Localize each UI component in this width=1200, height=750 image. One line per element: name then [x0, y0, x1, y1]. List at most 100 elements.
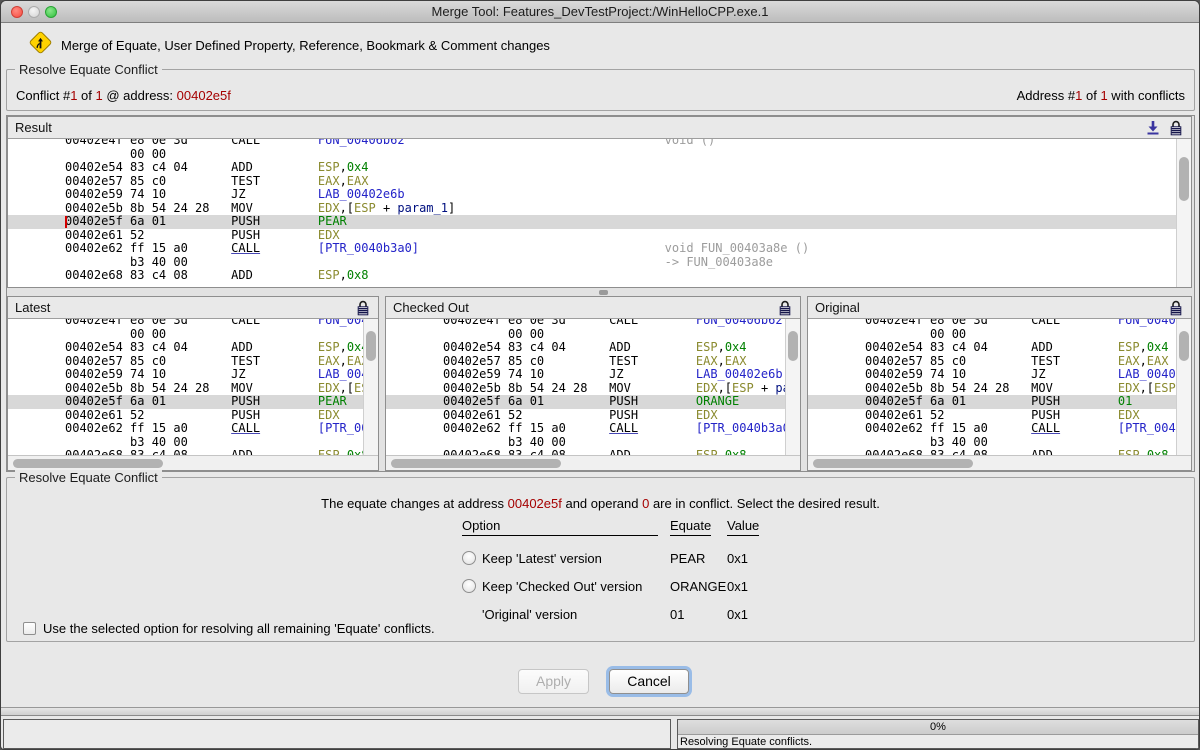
- option-label: Keep 'Latest' version: [482, 551, 602, 566]
- scroll-to-bottom-icon[interactable]: [1146, 120, 1161, 136]
- vertical-scrollbar-thumb[interactable]: [366, 331, 376, 361]
- window-title: Merge Tool: Features_DevTestProject:/Win…: [1, 1, 1199, 22]
- listing-line[interactable]: 00402e5f 6a 01 PUSH 01: [808, 395, 1191, 409]
- listing-line[interactable]: 00402e57 85 c0 TEST EAX,EAX: [8, 355, 378, 369]
- lock-icon[interactable]: [1169, 300, 1184, 316]
- listing-line[interactable]: 00402e62 ff 15 a0 CALL [PTR_0040b3a0] vo…: [8, 242, 1191, 256]
- option-table: Option Equate Value Keep 'Latest' versio…: [462, 518, 777, 628]
- listing-line[interactable]: 00402e5b 8b 54 24 28 MOV EDX,[ESP + para…: [8, 382, 378, 396]
- conflict-counter: Conflict #1 of 1 @ address: 00402e5f: [16, 88, 231, 103]
- vertical-scrollbar[interactable]: [1176, 139, 1191, 287]
- splitter-handle[interactable]: [599, 290, 608, 295]
- merge-banner: Merge of Equate, User Defined Property, …: [1, 24, 1199, 68]
- lock-icon[interactable]: [778, 300, 793, 316]
- listing-line[interactable]: 00402e57 85 c0 TEST EAX,EAX: [808, 355, 1191, 369]
- original-listing[interactable]: 00402e4f e8 0e 3d CALL FUN_00406b62 void…: [808, 319, 1191, 455]
- original-version-row: 'Original' version 01 0x1: [462, 600, 777, 628]
- listing-line[interactable]: 00402e59 74 10 JZ LAB_00402e6b: [808, 368, 1191, 382]
- listing-line[interactable]: 00402e57 85 c0 TEST EAX,EAX: [8, 175, 1191, 189]
- listing-line[interactable]: 00402e68 83 c4 08 ADD ESP,0x8: [8, 269, 1191, 283]
- listing-line[interactable]: 00402e54 83 c4 04 ADD ESP,0x4: [808, 341, 1191, 355]
- listing-line[interactable]: 00402e61 52 PUSH EDX: [386, 409, 800, 423]
- vertical-scrollbar-thumb[interactable]: [1179, 157, 1189, 201]
- option-column-header: Option: [462, 518, 658, 536]
- value-cell: 0x1: [727, 607, 777, 622]
- listing-line[interactable]: 00402e5f 6a 01 PUSH PEAR: [8, 395, 378, 409]
- listing-line[interactable]: 00402e5b 8b 54 24 28 MOV EDX,[ESP + para…: [386, 382, 800, 396]
- listing-line[interactable]: b3 40 00 -> FUN_00403a8e: [8, 436, 378, 450]
- vertical-scrollbar-thumb[interactable]: [788, 331, 798, 361]
- listing-line[interactable]: 00402e54 83 c4 04 ADD ESP,0x4: [8, 341, 378, 355]
- minimize-window-icon[interactable]: [28, 6, 40, 18]
- listing-line[interactable]: 00402e5b 8b 54 24 28 MOV EDX,[ESP + para…: [808, 382, 1191, 396]
- groupbox-title: Resolve Equate Conflict: [15, 62, 162, 77]
- listing-line[interactable]: 00402e62 ff 15 a0 CALL [PTR_0040b3a0] vo…: [386, 422, 800, 436]
- conflict-info-groupbox: Resolve Equate Conflict Conflict #1 of 1…: [6, 69, 1195, 111]
- listing-line[interactable]: 00402e61 52 PUSH EDX: [8, 409, 378, 423]
- groupbox-title: Resolve Equate Conflict: [15, 470, 162, 485]
- keep-latest-radio[interactable]: [462, 551, 476, 565]
- listing-line[interactable]: 00 00: [808, 328, 1191, 342]
- original-panel: Original 00402e4f e8 0e 3d CALL FUN_0040…: [807, 296, 1192, 471]
- horizontal-scrollbar-thumb[interactable]: [13, 459, 163, 468]
- latest-listing[interactable]: 00402e4f e8 0e 3d CALL FUN_00406b62 void…: [8, 319, 378, 455]
- apply-to-all-checkbox[interactable]: [23, 622, 36, 635]
- listing-line[interactable]: 00402e62 ff 15 a0 CALL [PTR_0040b3a0] vo…: [808, 422, 1191, 436]
- keep-checked-out-radio[interactable]: [462, 579, 476, 593]
- listing-line[interactable]: 00402e61 52 PUSH EDX: [8, 229, 1191, 243]
- keep-latest-row: Keep 'Latest' version PEAR 0x1: [462, 544, 777, 572]
- keep-checked-out-row: Keep 'Checked Out' version ORANGE 0x1: [462, 572, 777, 600]
- value-cell: 0x1: [727, 579, 777, 594]
- horizontal-scrollbar[interactable]: [386, 455, 800, 470]
- listing-line[interactable]: 00402e62 ff 15 a0 CALL [PTR_0040b3a0] vo…: [8, 422, 378, 436]
- vertical-scrollbar[interactable]: [785, 319, 800, 455]
- title-bar[interactable]: Merge Tool: Features_DevTestProject:/Win…: [1, 1, 1199, 23]
- status-left-box: [3, 719, 671, 749]
- checked-out-panel-header: Checked Out: [386, 297, 800, 319]
- resolve-conflict-groupbox: Resolve Equate Conflict The equate chang…: [6, 477, 1195, 642]
- listing-line[interactable]: 00 00: [8, 148, 1191, 162]
- horizontal-scrollbar-thumb[interactable]: [391, 459, 561, 468]
- status-right-box: 0% Resolving Equate conflicts.: [677, 719, 1199, 749]
- listing-line[interactable]: 00402e54 83 c4 04 ADD ESP,0x4: [386, 341, 800, 355]
- original-panel-header: Original: [808, 297, 1191, 319]
- listing-line[interactable]: 00402e5f 6a 01 PUSH ORANGE: [386, 395, 800, 409]
- listing-cursor: [65, 216, 67, 228]
- listing-line[interactable]: 00402e57 85 c0 TEST EAX,EAX: [386, 355, 800, 369]
- close-window-icon[interactable]: [11, 6, 23, 18]
- vertical-scrollbar[interactable]: [363, 319, 378, 455]
- listing-line[interactable]: b3 40 00 -> FUN_00403a8e: [8, 256, 1191, 270]
- option-table-header: Option Equate Value: [462, 518, 777, 536]
- lock-icon[interactable]: [356, 300, 371, 316]
- apply-button[interactable]: Apply: [518, 669, 589, 694]
- listing-line[interactable]: 00 00: [8, 328, 378, 342]
- listing-line[interactable]: 00402e59 74 10 JZ LAB_00402e6b: [8, 188, 1191, 202]
- listing-line[interactable]: 00402e5b 8b 54 24 28 MOV EDX,[ESP + para…: [8, 202, 1191, 216]
- listing-panels-frame: Result: [6, 115, 1195, 472]
- status-divider: [1, 707, 1199, 716]
- conflict-message: The equate changes at address 00402e5f a…: [7, 496, 1194, 511]
- value-column-header: Value: [727, 518, 759, 536]
- vertical-scrollbar[interactable]: [1176, 319, 1191, 455]
- listing-line[interactable]: 00402e54 83 c4 04 ADD ESP,0x4: [8, 161, 1191, 175]
- vertical-scrollbar-thumb[interactable]: [1179, 331, 1189, 361]
- lock-icon[interactable]: [1169, 120, 1184, 136]
- listing-line[interactable]: 00402e59 74 10 JZ LAB_00402e6b: [8, 368, 378, 382]
- latest-panel: Latest 00402e4f e8 0e 3d CALL FUN_00406b…: [7, 296, 379, 471]
- listing-line[interactable]: b3 40 00 -> FUN_00403a8e: [808, 436, 1191, 450]
- cancel-button[interactable]: Cancel: [609, 669, 689, 694]
- checked-out-panel: Checked Out 00402e4f e8 0e 3d CALL FUN_0…: [385, 296, 801, 471]
- listing-line[interactable]: 00402e61 52 PUSH EDX: [808, 409, 1191, 423]
- listing-line[interactable]: 00402e5f 6a 01 PUSH PEAR: [8, 215, 1191, 229]
- zoom-window-icon[interactable]: [45, 6, 57, 18]
- result-listing[interactable]: 00402e4f e8 0e 3d CALL FUN_00406b62 void…: [8, 139, 1191, 287]
- horizontal-scrollbar-thumb[interactable]: [813, 459, 973, 468]
- horizontal-scrollbar[interactable]: [808, 455, 1191, 470]
- equate-value: ORANGE: [670, 579, 727, 594]
- listing-line[interactable]: 00 00: [386, 328, 800, 342]
- listing-line[interactable]: b3 40 00 -> FUN_00403a8e: [386, 436, 800, 450]
- horizontal-scrollbar[interactable]: [8, 455, 378, 470]
- checked-out-listing[interactable]: 00402e4f e8 0e 3d CALL FUN_00406b62 void…: [386, 319, 800, 455]
- result-panel-header: Result: [8, 117, 1191, 139]
- listing-line[interactable]: 00402e59 74 10 JZ LAB_00402e6b: [386, 368, 800, 382]
